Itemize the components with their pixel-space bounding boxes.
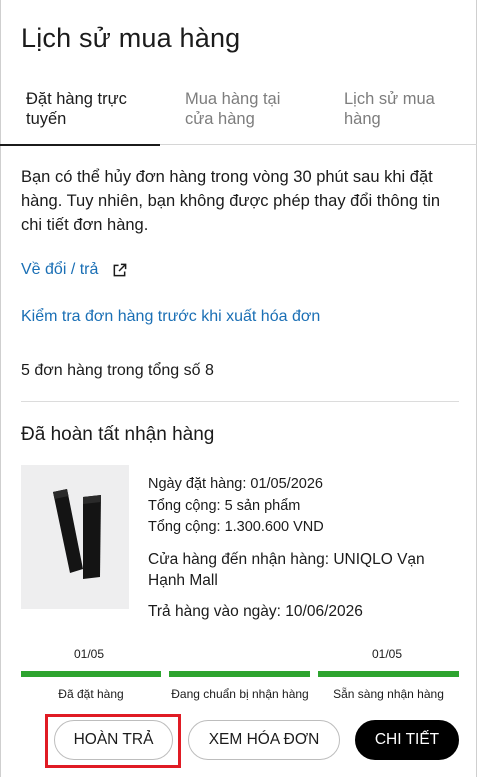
cancellation-notice: Bạn có thể hủy đơn hàng trong vòng 30 ph… xyxy=(21,168,441,234)
tab-label-line1: Lịch sử mua xyxy=(344,90,435,108)
progress-bar-step-2 xyxy=(169,671,310,677)
order-details: Ngày đặt hàng: 01/05/2026 Tổng cộng: 5 s… xyxy=(148,474,460,622)
arm-sleeve-image xyxy=(53,489,101,579)
tab-label-line2: tuyến xyxy=(26,110,67,128)
tab-label-line2: hàng xyxy=(344,110,381,128)
pickup-store: Cửa hàng đến nhận hàng: UNIQLO Vạn Hạnh … xyxy=(148,550,425,589)
divider xyxy=(21,401,459,402)
view-invoice-button[interactable]: XEM HÓA ĐƠN xyxy=(188,720,340,760)
tab-purchase-history[interactable]: Lịch sử mua hàng xyxy=(319,89,477,145)
tab-label-line2: cửa hàng xyxy=(185,110,255,128)
return-button[interactable]: HOÀN TRẢ xyxy=(54,720,173,760)
order-total-items: Tổng cộng: 5 sản phẩm xyxy=(148,497,301,514)
return-exchange-link[interactable]: Về đổi / trả xyxy=(21,261,127,279)
order-total-amount: Tổng cộng: 1.300.600 VND xyxy=(148,519,324,535)
page-title: Lịch sử mua hàng xyxy=(21,23,241,53)
progress-bar-step-3 xyxy=(318,671,459,677)
tab-online-orders[interactable]: Đặt hàng trực tuyến xyxy=(0,89,160,146)
details-button[interactable]: CHI TIẾT xyxy=(355,720,459,760)
tab-label-line1: Mua hàng tại xyxy=(185,90,281,108)
order-date: Ngày đặt hàng: 01/05/2026 xyxy=(148,476,323,492)
tab-label-line1: Đặt hàng trực xyxy=(26,90,127,108)
step-1-date: 01/05 xyxy=(74,647,105,661)
return-exchange-label: Về đổi / trả xyxy=(21,261,99,278)
step-2-label: Đang chuẩn bị nhận hàng xyxy=(171,687,309,701)
progress-bar-step-1 xyxy=(21,671,161,677)
tab-bar: Đặt hàng trực tuyến Mua hàng tại cửa hàn… xyxy=(0,89,477,146)
order-count: 5 đơn hàng trong tổng số 8 xyxy=(21,362,214,379)
active-tab-indicator xyxy=(0,144,160,146)
product-thumbnail[interactable] xyxy=(21,465,129,609)
step-3-date: 01/05 xyxy=(372,647,403,661)
tab-in-store[interactable]: Mua hàng tại cửa hàng xyxy=(160,89,319,145)
check-order-link[interactable]: Kiểm tra đơn hàng trước khi xuất hóa đơn xyxy=(21,308,320,326)
order-status: Đã hoàn tất nhận hàng xyxy=(21,424,215,445)
return-date: Trả hàng vào ngày: 10/06/2026 xyxy=(148,602,363,620)
step-3-label: Sẵn sàng nhận hàng xyxy=(333,687,444,701)
step-1-label: Đã đặt hàng xyxy=(58,687,124,701)
external-link-icon xyxy=(113,263,127,276)
